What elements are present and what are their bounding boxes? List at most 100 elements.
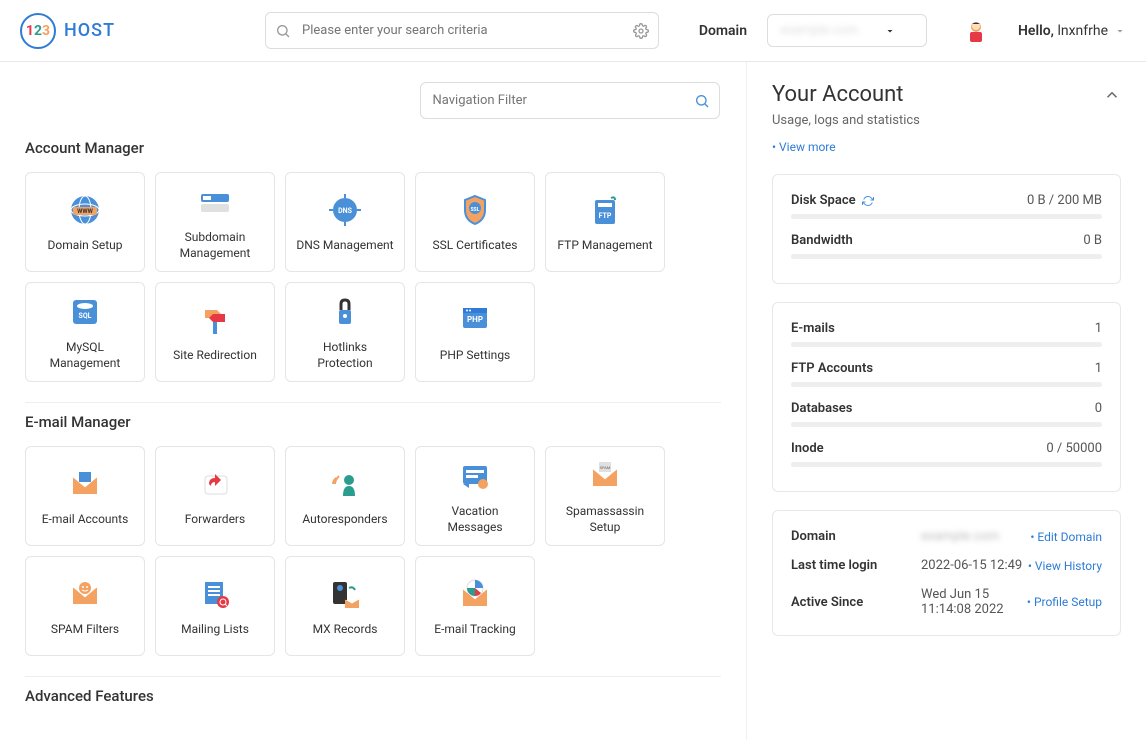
tile-label: Forwarders (185, 512, 245, 528)
logo-icon: 123 (20, 13, 56, 49)
account-manager-tile-2[interactable]: DNSDNS Management (285, 172, 405, 272)
logo-text: HOST (64, 20, 115, 41)
domain-label: Domain (699, 23, 747, 39)
tile-label: E-mail Accounts (42, 512, 129, 528)
search-input[interactable] (265, 12, 659, 49)
stat-label: FTP Accounts (791, 361, 873, 376)
svg-text:WWW: WWW (77, 208, 94, 215)
stat-row: Databases 0 (791, 401, 1102, 427)
tile-label: Autoresponders (302, 512, 387, 528)
chevron-down-icon (884, 25, 896, 37)
stat-label: Disk Space (791, 193, 874, 208)
tile-icon (65, 464, 105, 504)
stat-bar (791, 214, 1102, 219)
svg-text:SQL: SQL (79, 312, 92, 320)
account-manager-tile-0[interactable]: WWW Domain Setup (25, 172, 145, 272)
tile-label: Subdomain Management (164, 230, 266, 261)
tile-label: MySQL Management (34, 340, 136, 371)
divider (25, 676, 721, 677)
account-manager-tile-7[interactable]: Hotlinks Protection (285, 282, 405, 382)
email-manager-tile-1[interactable]: Forwarders (155, 446, 275, 546)
stat-value: 0 B (1083, 233, 1102, 248)
email-manager-tile-2[interactable]: Autoresponders (285, 446, 405, 546)
stat-value: 1 (1095, 321, 1102, 336)
info-link[interactable]: • Profile Setup (1027, 595, 1102, 609)
view-more-link[interactable]: • View more (772, 140, 1121, 154)
stat-row: Bandwidth 0 B (791, 233, 1102, 259)
account-manager-tile-1[interactable]: Subdomain Management (155, 172, 275, 272)
chevron-down-icon (1114, 25, 1126, 37)
info-row: Last time login2022-06-15 12:49• View Hi… (791, 558, 1102, 573)
stat-value: 0 B / 200 MB (1027, 193, 1102, 208)
tile-label: FTP Management (557, 238, 652, 254)
account-manager-tile-5[interactable]: SQL MySQL Management (25, 282, 145, 382)
account-manager-tile-6[interactable]: Site Redirection (155, 282, 275, 382)
info-link[interactable]: • View History (1028, 559, 1102, 573)
email-manager-tile-0[interactable]: E-mail Accounts (25, 446, 145, 546)
chevron-up-icon[interactable] (1103, 86, 1121, 104)
tile-label: Site Redirection (173, 348, 257, 364)
stat-bar (791, 254, 1102, 259)
tile-icon (325, 574, 365, 614)
email-manager-tile-8[interactable]: E-mail Tracking (415, 556, 535, 656)
account-panel-title: Your Account (772, 82, 904, 107)
account-manager-tile-3[interactable]: SSL SSL Certificates (415, 172, 535, 272)
avatar[interactable] (962, 17, 990, 45)
tile-icon (195, 300, 235, 340)
refresh-icon[interactable] (862, 195, 874, 207)
svg-text:SSL: SSL (471, 207, 480, 213)
email-manager-tile-4[interactable]: SPAM Spamassassin Setup (545, 446, 665, 546)
tile-label: MX Records (313, 622, 378, 638)
stat-value: 0 / 50000 (1046, 441, 1102, 456)
tile-icon (65, 574, 105, 614)
email-manager-tile-6[interactable]: Mailing Lists (155, 556, 275, 656)
account-subtitle: Usage, logs and statistics (772, 113, 1121, 128)
tile-icon: DNS (325, 190, 365, 230)
tile-icon (455, 456, 495, 496)
stat-label: Databases (791, 401, 852, 416)
svg-text:DNS: DNS (338, 207, 352, 215)
tile-label: PHP Settings (440, 348, 511, 364)
account-manager-tile-4[interactable]: FTP FTP Management (545, 172, 665, 272)
tile-icon (325, 464, 365, 504)
stat-value: 0 (1095, 401, 1102, 416)
tile-label: E-mail Tracking (434, 622, 516, 638)
email-manager-tile-3[interactable]: Vacation Messages (415, 446, 535, 546)
tile-icon (325, 292, 365, 332)
svg-text:FTP: FTP (599, 212, 612, 220)
tile-label: Spamassassin Setup (554, 504, 656, 535)
email-manager-tile-7[interactable]: MX Records (285, 556, 405, 656)
info-row: Active SinceWed Jun 15 11:14:08 2022• Pr… (791, 587, 1102, 617)
info-label: Active Since (791, 595, 921, 610)
search-icon (694, 93, 710, 109)
tile-icon: SSL (455, 190, 495, 230)
tile-label: Domain Setup (47, 238, 122, 254)
stat-row: Inode0 / 50000 (791, 441, 1102, 467)
section-title-account-manager: Account Manager (25, 139, 721, 157)
tile-icon (195, 574, 235, 614)
domain-select[interactable]: example.com (767, 14, 927, 47)
section-title-email-manager: E-mail Manager (25, 413, 721, 431)
tile-icon: PHP (455, 300, 495, 340)
info-label: Last time login (791, 558, 921, 573)
info-link[interactable]: • Edit Domain (1030, 530, 1102, 544)
account-manager-tile-8[interactable]: PHP PHP Settings (415, 282, 535, 382)
info-value: example.com (921, 529, 1030, 544)
tile-icon (455, 574, 495, 614)
tile-icon: WWW (65, 190, 105, 230)
logo[interactable]: 123 HOST (20, 13, 115, 49)
stat-label: Bandwidth (791, 233, 853, 248)
tile-icon: SQL (65, 292, 105, 332)
gear-icon[interactable] (633, 23, 649, 39)
svg-text:SPAM: SPAM (600, 465, 611, 470)
stat-bar (791, 382, 1102, 387)
tile-label: SSL Certificates (432, 238, 517, 254)
info-value: 2022-06-15 12:49 (921, 558, 1028, 573)
tile-label: Vacation Messages (424, 504, 526, 535)
email-manager-tile-5[interactable]: SPAM Filters (25, 556, 145, 656)
user-greeting[interactable]: Hello, lnxnfrhe (1018, 23, 1126, 39)
tile-icon (195, 464, 235, 504)
stat-bar (791, 342, 1102, 347)
navigation-filter-input[interactable] (420, 82, 720, 119)
section-title-advanced: Advanced Features (25, 687, 721, 705)
